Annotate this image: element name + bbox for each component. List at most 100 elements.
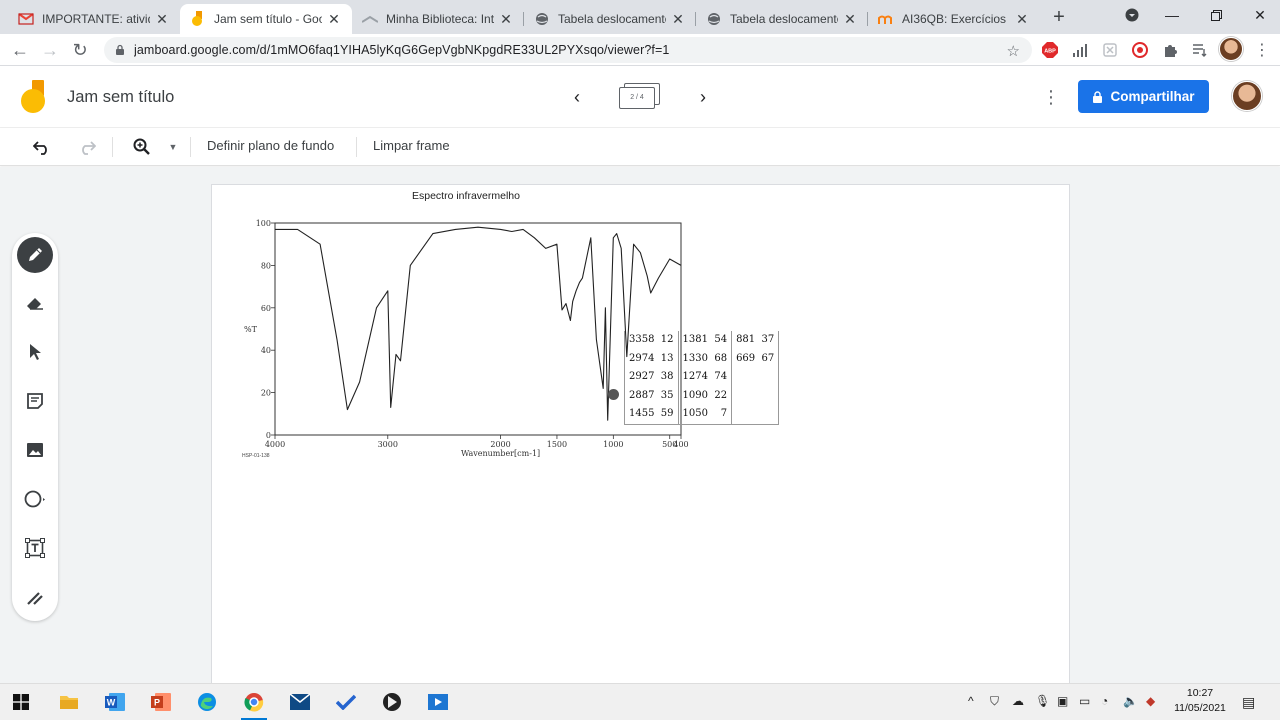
pen-tool-icon[interactable] xyxy=(17,237,53,273)
tab-title: Jam sem título - Goog xyxy=(214,12,322,26)
marker-dot xyxy=(608,389,619,400)
profile-menu-icon[interactable] xyxy=(1110,0,1154,30)
library-icon xyxy=(362,11,378,27)
canvas-workspace: Espectro infravermelho 4000 3000 2000 1500 1… xyxy=(0,167,1280,684)
spectrum-code: HSP-01-138 xyxy=(242,453,270,459)
peak-table-row: 1455 59 1050 7 xyxy=(624,405,780,425)
jam-frame[interactable]: Espectro infravermelho 4000 3000 2000 1500 1… xyxy=(211,184,1070,684)
x-tick-label: 4000 xyxy=(265,440,285,449)
select-tool-icon[interactable] xyxy=(19,336,51,368)
svg-text:P: P xyxy=(154,698,160,708)
redo-icon[interactable] xyxy=(76,136,98,158)
close-tab-icon[interactable]: ✕ xyxy=(1014,11,1030,27)
next-frame-button[interactable]: › xyxy=(692,86,714,108)
browser-tab[interactable]: Tabela deslocamento ✕ xyxy=(696,4,868,34)
y-axis-label: %T xyxy=(244,325,258,334)
word-icon[interactable]: W xyxy=(102,690,128,714)
cloud-sync-icon[interactable]: ☁ xyxy=(1012,694,1024,708)
share-button[interactable]: Compartilhar xyxy=(1078,80,1209,113)
undo-icon[interactable] xyxy=(31,136,53,158)
browser-tab-active[interactable]: Jam sem título - Goog ✕ xyxy=(180,4,352,34)
clear-frame-button[interactable]: Limpar frame xyxy=(373,138,450,153)
tab-title: IMPORTANTE: atividad xyxy=(42,12,150,26)
previous-frame-button[interactable]: ‹ xyxy=(566,86,588,108)
svg-text:ABP: ABP xyxy=(1044,49,1056,55)
frame-bar-toggle[interactable]: 2 / 4 xyxy=(618,83,660,111)
zoom-dropdown-icon[interactable]: ▼ xyxy=(162,136,184,158)
y-tick-label: 20 xyxy=(261,389,271,398)
close-tab-icon[interactable]: ✕ xyxy=(842,11,858,27)
jam-toolbar: ▼ Definir plano de fundo Limpar frame xyxy=(0,128,1280,166)
record-extension-icon[interactable] xyxy=(1131,41,1149,59)
jam-title[interactable]: Jam sem título xyxy=(67,88,174,107)
puzzle-extensions-icon[interactable] xyxy=(1161,41,1179,59)
media-player-icon[interactable] xyxy=(379,690,405,714)
browser-menu-icon[interactable]: ⋮ xyxy=(1250,38,1274,62)
outlook-mail-icon[interactable] xyxy=(287,690,313,714)
restore-icon[interactable] xyxy=(1194,0,1238,30)
toolbar-divider xyxy=(356,137,357,157)
url-text: jamboard.google.com/d/1mMO6faq1YIHA5lyKq… xyxy=(134,43,670,57)
volume-icon[interactable]: 🔈 xyxy=(1123,694,1138,708)
app-store-icon[interactable] xyxy=(425,690,451,714)
peak-table-cell: 1330 68 xyxy=(677,349,732,368)
new-tab-button[interactable]: + xyxy=(1048,6,1070,28)
browser-tab[interactable]: IMPORTANTE: atividad ✕ xyxy=(8,4,180,34)
close-tab-icon[interactable]: ✕ xyxy=(154,11,170,27)
adblock-extension-icon[interactable]: ABP xyxy=(1041,41,1059,59)
system-clock[interactable]: 10:27 11/05/2021 xyxy=(1170,686,1230,716)
tray-app-icon[interactable]: ⛉ xyxy=(990,694,999,709)
wifi-icon[interactable]: ◔ xyxy=(1101,694,1108,708)
browser-tab[interactable]: Minha Biblioteca: Intro ✕ xyxy=(352,4,524,34)
browser-tab[interactable]: Tabela deslocamento ✕ xyxy=(524,4,696,34)
gmail-icon xyxy=(18,11,34,27)
close-tab-icon[interactable]: ✕ xyxy=(326,11,342,27)
zoom-icon[interactable] xyxy=(131,136,153,158)
reload-icon[interactable]: ↻ xyxy=(68,38,92,62)
microphone-icon[interactable]: 🎙 xyxy=(1035,694,1050,708)
moodle-icon xyxy=(878,11,894,27)
toolbar-divider xyxy=(190,137,191,157)
account-avatar[interactable] xyxy=(1232,81,1262,111)
add-image-tool-icon[interactable] xyxy=(19,434,51,466)
edge-icon[interactable] xyxy=(194,690,220,714)
forward-icon[interactable]: → xyxy=(38,38,62,62)
file-explorer-icon[interactable] xyxy=(56,690,82,714)
set-background-button[interactable]: Definir plano de fundo xyxy=(207,138,334,153)
chrome-icon[interactable] xyxy=(241,690,267,720)
peak-table-cell: 2927 38 xyxy=(624,368,679,387)
eraser-tool-icon[interactable] xyxy=(19,287,51,319)
browser-toolbar: ← → ↻ jamboard.google.com/d/1mMO6faq1YIH… xyxy=(0,34,1280,66)
close-tab-icon[interactable]: ✕ xyxy=(670,11,686,27)
x-tick-label: 1500 xyxy=(547,440,567,449)
bookmark-star-icon[interactable]: ☆ xyxy=(1007,42,1020,60)
text-box-tool-icon[interactable] xyxy=(19,532,51,564)
circle-shape-tool-icon[interactable] xyxy=(19,483,51,515)
close-tab-icon[interactable]: ✕ xyxy=(498,11,514,27)
security-icon[interactable]: ◆ xyxy=(1146,694,1155,708)
back-icon[interactable]: ← xyxy=(8,38,32,62)
signal-extension-icon[interactable] xyxy=(1071,41,1089,59)
notification-center-icon[interactable]: ▤ xyxy=(1242,694,1255,711)
sticky-note-tool-icon[interactable] xyxy=(19,385,51,417)
address-bar[interactable]: jamboard.google.com/d/1mMO6faq1YIHA5lyKq… xyxy=(104,37,1032,63)
windows-start-icon[interactable] xyxy=(8,690,34,714)
tab-title: Tabela deslocamento xyxy=(730,12,838,26)
more-options-icon[interactable]: ⋮ xyxy=(1042,86,1060,108)
powerpoint-icon[interactable]: P xyxy=(148,690,174,714)
reading-list-icon[interactable] xyxy=(1191,41,1209,59)
browser-tab[interactable]: AI36QB: Exercícios ✕ xyxy=(868,4,1040,34)
browser-profile-avatar[interactable] xyxy=(1219,37,1243,61)
tray-chevron-icon[interactable]: ^ xyxy=(968,694,974,708)
peak-table-row: 2927 38 1274 74 xyxy=(624,368,780,387)
laser-pointer-tool-icon[interactable] xyxy=(19,581,51,613)
grey-extension-icon[interactable] xyxy=(1101,41,1119,59)
peak-table-cell: 1455 59 xyxy=(624,405,679,425)
todo-check-icon[interactable] xyxy=(333,690,359,714)
y-tick-label: 40 xyxy=(261,346,271,355)
close-window-icon[interactable]: ✕ xyxy=(1238,0,1280,30)
display-icon[interactable]: ▣ xyxy=(1057,694,1068,708)
peak-table-row: 3358 12 1381 54 881 37 xyxy=(624,331,780,350)
battery-icon[interactable]: ▭ xyxy=(1079,694,1090,708)
minimize-icon[interactable]: — xyxy=(1150,0,1194,30)
